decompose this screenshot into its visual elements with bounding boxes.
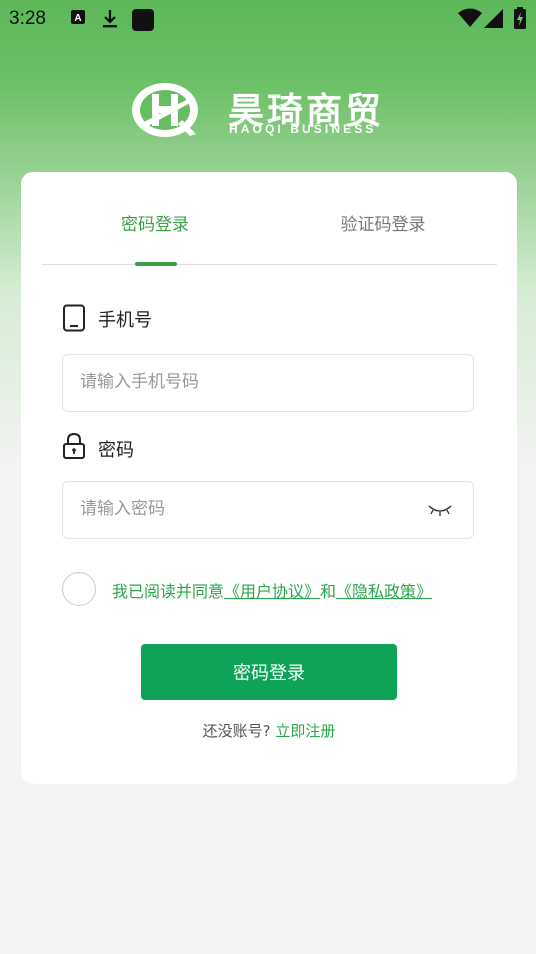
signal-icon — [484, 9, 504, 33]
brand-name-en: HAOQI BUSINESS — [229, 122, 377, 136]
agreement-prefix: 我已阅读并同意 — [112, 582, 225, 601]
wifi-icon — [458, 8, 482, 33]
status-bar: 3:28 A — [0, 0, 536, 38]
register-prompt: 还没账号? — [202, 722, 271, 740]
brand-mark-icon — [132, 83, 198, 137]
password-input-box[interactable] — [62, 481, 474, 539]
phone-input[interactable] — [78, 371, 422, 393]
agreement-and: 和 — [320, 582, 337, 601]
phone-icon — [63, 304, 85, 332]
battery-icon — [514, 7, 526, 34]
eye-closed-icon[interactable] — [427, 502, 453, 518]
tab-password-login[interactable]: 密码登录 — [75, 210, 235, 235]
tab-code-login[interactable]: 验证码登录 — [303, 210, 463, 235]
privacy-policy-link[interactable]: 《隐私政策》 — [336, 582, 432, 601]
register-row: 还没账号? 立即注册 — [21, 720, 517, 741]
password-input[interactable] — [78, 498, 422, 520]
login-button[interactable]: 密码登录 — [141, 644, 397, 700]
tab-divider — [42, 264, 497, 265]
svg-text:A: A — [74, 13, 81, 24]
app-notification-icon — [132, 9, 154, 36]
phone-label: 手机号 — [98, 310, 152, 331]
a-notification-icon: A — [70, 9, 86, 30]
agreement-text: 我已阅读并同意《用户协议》和《隐私政策》 — [112, 578, 432, 602]
download-icon — [101, 9, 119, 34]
phone-input-box[interactable] — [62, 354, 474, 412]
agreement-checkbox[interactable] — [62, 572, 96, 606]
password-label: 密码 — [98, 440, 134, 461]
tab-active-indicator — [135, 262, 177, 266]
lock-icon — [63, 432, 85, 459]
status-time: 3:28 — [9, 8, 46, 29]
user-agreement-link[interactable]: 《用户协议》 — [224, 582, 320, 601]
brand-logo: 昊琦商贸 HAOQI BUSINESS — [130, 80, 420, 142]
login-card: 密码登录 验证码登录 手机号 密码 我已阅读并同意《用户协议》和《隐私政策 — [21, 172, 517, 784]
register-link[interactable]: 立即注册 — [275, 722, 335, 740]
